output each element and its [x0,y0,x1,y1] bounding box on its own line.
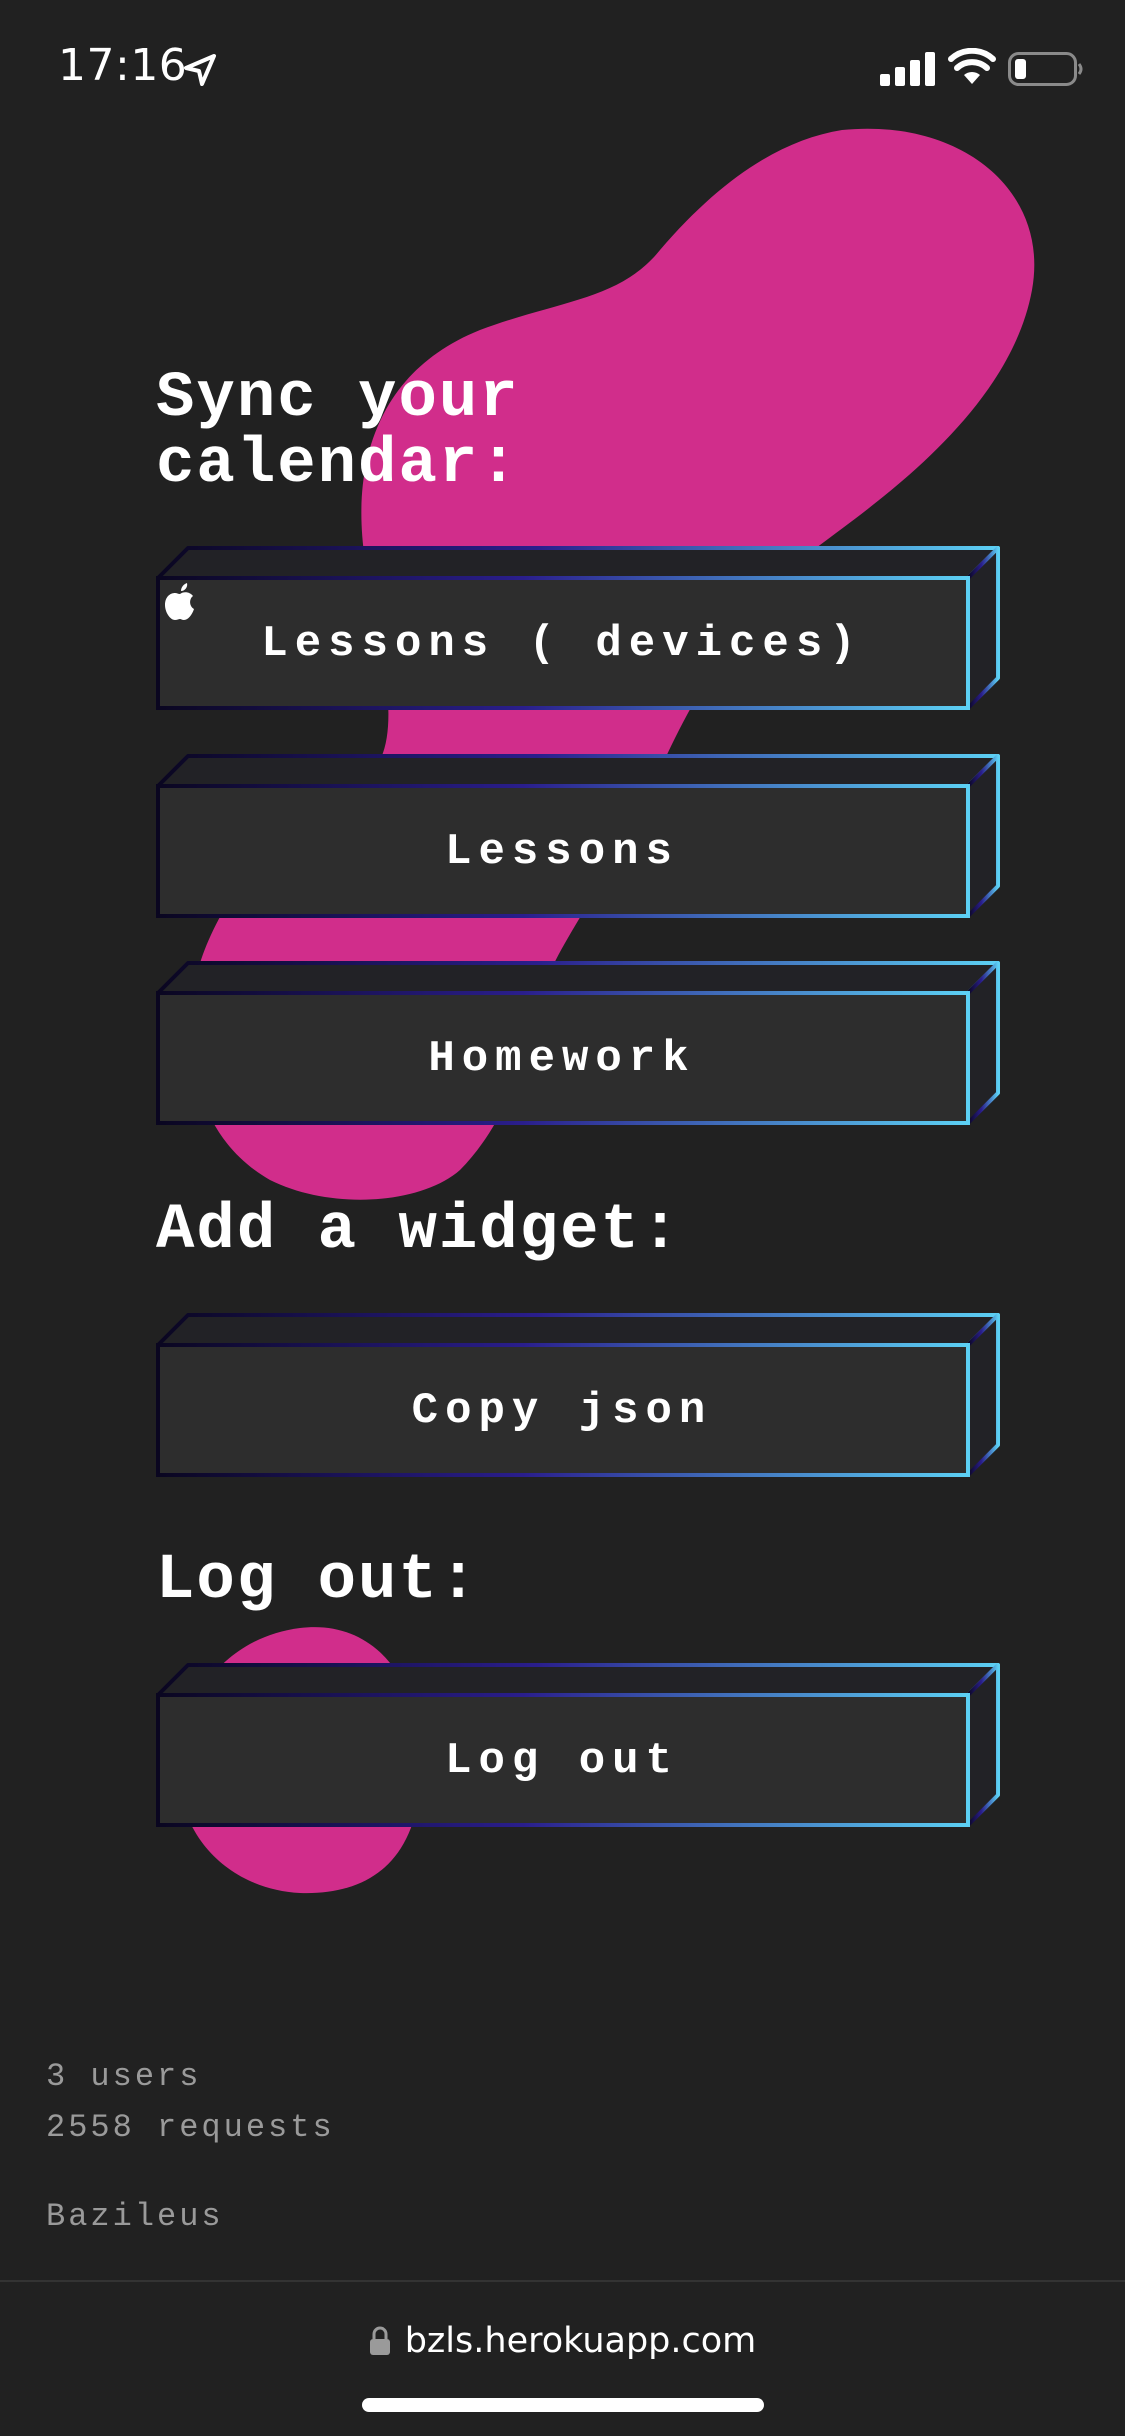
log-out-button[interactable]: Log out [156,1663,1002,1831]
homework-button[interactable]: Homework [156,961,1002,1129]
homework-label: Homework [428,1034,696,1084]
copy-json-button[interactable]: Copy json [156,1313,1002,1481]
apple-logo-icon [165,583,194,620]
home-indicator[interactable] [362,2398,764,2412]
page: 17:16 Sync your calendar: Lessons (devi… [0,0,1125,2436]
log-out-title: Log out: [156,1545,480,1617]
author-name: Bazileus [46,2198,224,2235]
sync-title-line2: calendar: [156,429,520,501]
divider [0,2280,1125,2282]
requests-count: 2558 requests [46,2109,335,2146]
lessons-button[interactable]: Lessons [156,754,1002,922]
sync-title-line1: Sync your [156,363,520,435]
url-bar[interactable]: bzls.herokuapp.com [0,2316,1125,2366]
add-widget-title: Add a widget: [156,1195,682,1267]
users-count: 3 users [46,2058,202,2095]
copy-json-label: Copy json [411,1386,713,1436]
lock-icon [369,2326,390,2355]
log-out-label: Log out [445,1736,679,1786]
sync-calendar-title: Sync your calendar: [156,366,520,498]
lessons-label: Lessons [445,827,679,877]
url-text: bzls.herokuapp.com [404,2321,757,2361]
lessons-apple-button[interactable]: Lessons ( devices) [156,546,1002,714]
lessons-apple-label: Lessons ( devices) [160,582,964,706]
